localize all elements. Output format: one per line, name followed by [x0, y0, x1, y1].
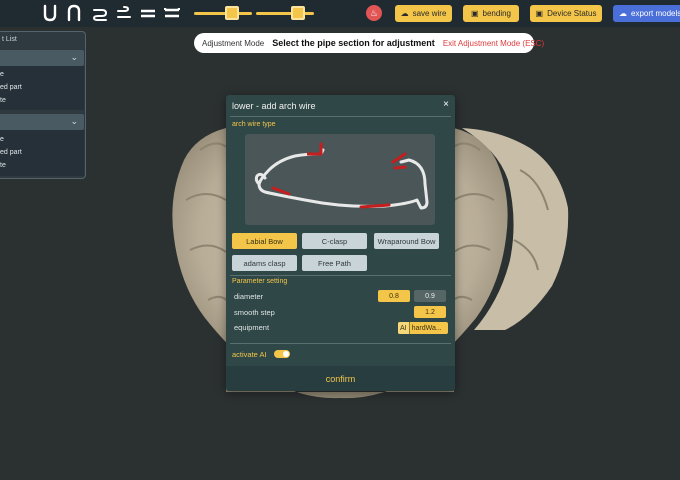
parameter-setting-label: Parameter setting	[232, 278, 288, 285]
object-list-item[interactable]: ed part	[0, 149, 22, 156]
divider	[230, 116, 451, 117]
arch-wire-preview	[245, 134, 435, 225]
labial-bow-preview-icon	[254, 142, 429, 210]
free-path-button[interactable]: Free Path	[302, 255, 367, 271]
object-list-item[interactable]: te	[0, 97, 6, 104]
activate-ai-toggle[interactable]	[274, 350, 290, 358]
diameter-option-button[interactable]: 0.9	[414, 290, 446, 302]
mode-instruction: Select the pipe section for adjustment	[272, 38, 435, 48]
equipment-label: equipment	[234, 323, 270, 332]
toggle-knob	[283, 351, 289, 357]
close-icon[interactable]: ×	[443, 99, 449, 110]
object-group-header[interactable]: ⌄	[0, 114, 84, 130]
object-list-item[interactable]: e	[0, 136, 4, 143]
smooth-step-label: smooth step	[234, 308, 275, 317]
equipment-select[interactable]: AI hardWa...	[398, 322, 448, 334]
ai-badge: AI	[398, 322, 410, 334]
activate-ai-label: activate AI	[232, 350, 267, 359]
equipment-value: hardWa...	[411, 324, 442, 332]
object-group-header[interactable]: ⌄	[0, 50, 84, 66]
object-list-panel: t List ⌄ e ed part te ⌄ e ed part te	[0, 31, 86, 179]
arch-wire-type-label: arch wire type	[232, 121, 276, 128]
object-list-title: t List	[2, 36, 17, 43]
mode-label: Adjustment Mode	[202, 38, 265, 48]
diameter-option-button[interactable]: 0.8	[378, 290, 410, 302]
object-list-item[interactable]: ed part	[0, 84, 22, 91]
smooth-step-input[interactable]: 1.2	[414, 306, 446, 318]
labial-bow-button[interactable]: Labial Bow	[232, 233, 297, 249]
divider	[230, 275, 451, 276]
object-list-item[interactable]: te	[0, 162, 6, 169]
diameter-label: diameter	[234, 292, 264, 301]
adams-clasp-button[interactable]: adams clasp	[232, 255, 297, 271]
dialog-title: lower - add arch wire	[232, 101, 316, 111]
object-list-item[interactable]: e	[0, 71, 4, 78]
confirm-button[interactable]: confirm	[226, 366, 455, 391]
exit-adjustment-mode-link[interactable]: Exit Adjustment Mode (ESC)	[443, 39, 544, 48]
chevron-down-icon[interactable]: ⌄	[70, 116, 78, 127]
adjustment-mode-banner: Adjustment Mode Select the pipe section …	[194, 33, 544, 53]
divider	[230, 343, 451, 344]
wraparound-bow-button[interactable]: Wraparound Bow	[374, 233, 439, 249]
c-clasp-button[interactable]: C-clasp	[302, 233, 367, 249]
chevron-down-icon[interactable]: ⌄	[70, 52, 78, 63]
add-arch-wire-dialog: lower - add arch wire × arch wire type L…	[226, 95, 455, 391]
